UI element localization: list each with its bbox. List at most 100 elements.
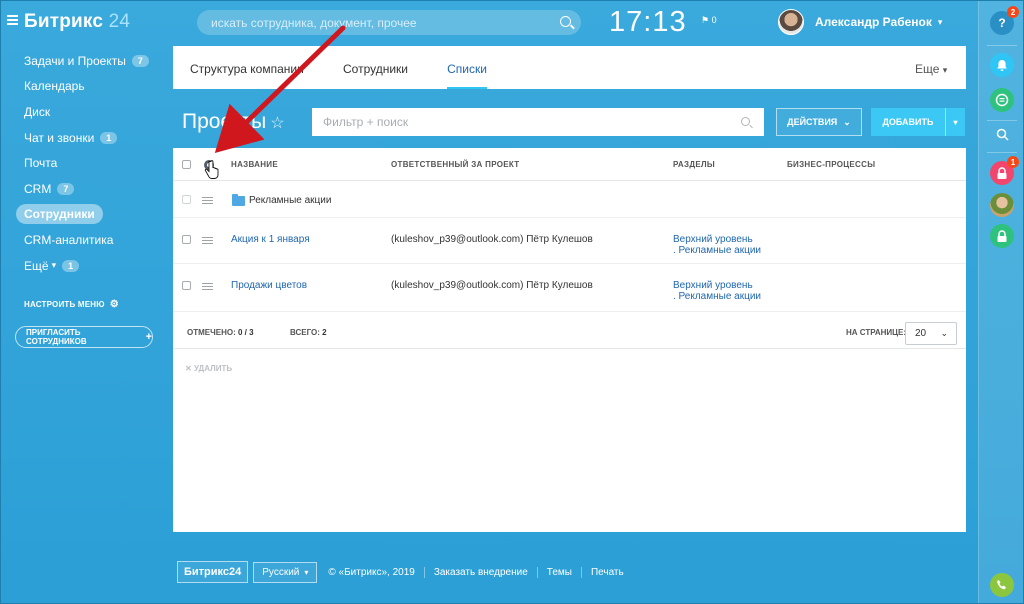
folder-icon [232, 194, 245, 206]
menu-item-calendar[interactable]: Календарь [0, 74, 170, 100]
chevron-down-icon: ▾ [304, 567, 309, 577]
filter-search [312, 108, 764, 136]
invite-employees-button[interactable]: Пригласить сотрудников + [15, 326, 153, 348]
menu-item-mail[interactable]: Почта [0, 150, 170, 176]
section-link[interactable]: . Рекламные акции [673, 245, 761, 256]
tab-company-structure[interactable]: Структура компании [190, 46, 304, 89]
menu-item-employees[interactable]: Сотрудники [0, 202, 170, 228]
clock[interactable]: 17:13 [609, 6, 687, 39]
page-footer: Битрикс24 Русский ▾ © «Битрикс», 2019 Зак… [177, 560, 624, 584]
column-header-sections[interactable]: Разделы [673, 160, 715, 169]
menu-item-label: Диск [24, 104, 51, 119]
padlock-icon [997, 166, 1007, 179]
menu-item-chat[interactable]: Чат и звонки 1 [0, 125, 170, 151]
chat-icon[interactable] [990, 88, 1014, 112]
global-search-input[interactable] [197, 10, 537, 35]
drag-handle-icon[interactable] [202, 197, 213, 204]
table-row[interactable]: Акция к 1 января (kuleshov_p39@outlook.c… [173, 219, 966, 264]
global-search [197, 10, 581, 35]
table-row[interactable]: Рекламные акции [173, 182, 966, 218]
avatar[interactable] [990, 193, 1014, 217]
total-value: 2 [322, 328, 327, 337]
phone-handset-icon [997, 580, 1006, 590]
language-select[interactable]: Русский ▾ [253, 561, 318, 583]
phone-icon[interactable] [990, 573, 1014, 597]
bitrix24-logo[interactable]: Битрикс 24 [24, 11, 130, 33]
invite-label: Пригласить сотрудников [26, 328, 87, 346]
setup-menu-button[interactable]: Настроить меню ⚙ [24, 299, 119, 310]
row-checkbox[interactable] [182, 281, 191, 290]
search-icon[interactable] [990, 122, 1014, 146]
per-page-value: 20 [915, 328, 927, 339]
row-checkbox[interactable] [182, 235, 191, 244]
delete-button[interactable]: ✕ Удалить [185, 364, 232, 373]
help-icon[interactable]: ? 2 [990, 6, 1019, 35]
top-tabs: Структура компании Сотрудники Списки Еще… [173, 46, 966, 89]
page-title-text: Проекты [182, 110, 267, 133]
menu-item-label: Сотрудники [16, 204, 103, 225]
divider [987, 45, 1017, 46]
add-button[interactable]: Добавить ▾ [871, 108, 965, 136]
search-icon[interactable] [560, 16, 571, 27]
section-link[interactable]: Верхний уровень [673, 234, 753, 245]
user-menu[interactable]: Александр Рабенок ▾ [778, 9, 942, 35]
footer-link-order[interactable]: Заказать внедрение [423, 566, 528, 578]
menu-item-crm-analytics[interactable]: CRM-аналитика [0, 227, 170, 253]
page-title: Проекты ☆ [182, 110, 285, 134]
menu-item-label: Задачи и Проекты [24, 53, 126, 68]
work-day-flag-icon[interactable]: ⚑ 0 [701, 15, 717, 26]
lock-icon[interactable]: 1 [990, 156, 1019, 185]
notifications-bell-icon[interactable] [990, 53, 1014, 77]
row-checkbox[interactable] [182, 195, 191, 204]
bell-icon [997, 59, 1007, 71]
right-sidebar: ? 2 1 [978, 0, 1024, 604]
footer-logo[interactable]: Битрикс24 [177, 561, 249, 583]
menu-item-label: Ещё [24, 258, 49, 273]
grid-header: Название Ответственный за проект Разделы… [173, 148, 966, 181]
divider [987, 120, 1017, 121]
actions-button[interactable]: Действия ⌄ [776, 108, 862, 136]
footer-link-themes[interactable]: Темы [536, 566, 572, 578]
tab-more[interactable]: Еще ▾ [915, 46, 947, 89]
menu-item-crm[interactable]: CRM 7 [0, 176, 170, 202]
menu-burger-icon[interactable] [7, 15, 18, 25]
lock-icon[interactable] [990, 224, 1014, 248]
column-header-name[interactable]: Название [231, 160, 278, 169]
filter-search-input[interactable] [312, 108, 722, 136]
tab-lists[interactable]: Списки [447, 46, 487, 89]
column-header-responsible[interactable]: Ответственный за проект [391, 160, 519, 169]
total-label: Всего: [290, 328, 320, 337]
star-icon[interactable]: ☆ [270, 115, 284, 132]
column-header-business-processes[interactable]: Бизнес-процессы [787, 160, 875, 169]
actions-label: Действия [787, 117, 838, 127]
table-row[interactable]: Продажи цветов (kuleshov_p39@outlook.com… [173, 265, 966, 312]
search-icon[interactable] [741, 117, 750, 126]
menu-item-label: Чат и звонки [24, 130, 95, 145]
add-dropdown-chevron-icon[interactable]: ▾ [945, 108, 965, 136]
drag-handle-icon[interactable] [202, 283, 213, 290]
section-link[interactable]: Верхний уровень [673, 280, 753, 291]
element-name-link[interactable]: Продажи цветов [231, 280, 307, 291]
top-header: Битрикс 24 17:13 ⚑ 0 Александр Рабенок ▾ [0, 0, 978, 44]
setup-menu-label: Настроить меню [24, 300, 105, 309]
avatar[interactable] [778, 9, 804, 35]
footer-link-print[interactable]: Печать [580, 566, 624, 578]
select-all-checkbox[interactable] [182, 160, 191, 169]
folder-name[interactable]: Рекламные акции [249, 195, 331, 206]
drag-handle-icon[interactable] [202, 237, 213, 244]
menu-item-tasks[interactable]: Задачи и Проекты 7 [0, 48, 170, 74]
responsible-cell: (kuleshov_p39@outlook.com) Пётр Кулешов [391, 234, 593, 245]
per-page-select[interactable]: 20 ⌄ [905, 322, 957, 345]
magnifier-icon [996, 128, 1009, 141]
tab-employees[interactable]: Сотрудники [343, 46, 408, 89]
menu-item-more[interactable]: Ещё ▾ 1 [0, 253, 170, 279]
menu-item-disk[interactable]: Диск [0, 99, 170, 125]
chevron-down-icon: ▾ [937, 16, 943, 27]
element-name-link[interactable]: Акция к 1 января [231, 234, 310, 245]
gear-icon: ⚙ [109, 299, 119, 310]
delete-label: Удалить [193, 364, 233, 373]
section-link[interactable]: . Рекламные акции [673, 291, 761, 302]
menu-counter: 7 [131, 54, 149, 67]
language-label: Русский [262, 566, 300, 578]
user-name[interactable]: Александр Рабенок [815, 15, 932, 29]
